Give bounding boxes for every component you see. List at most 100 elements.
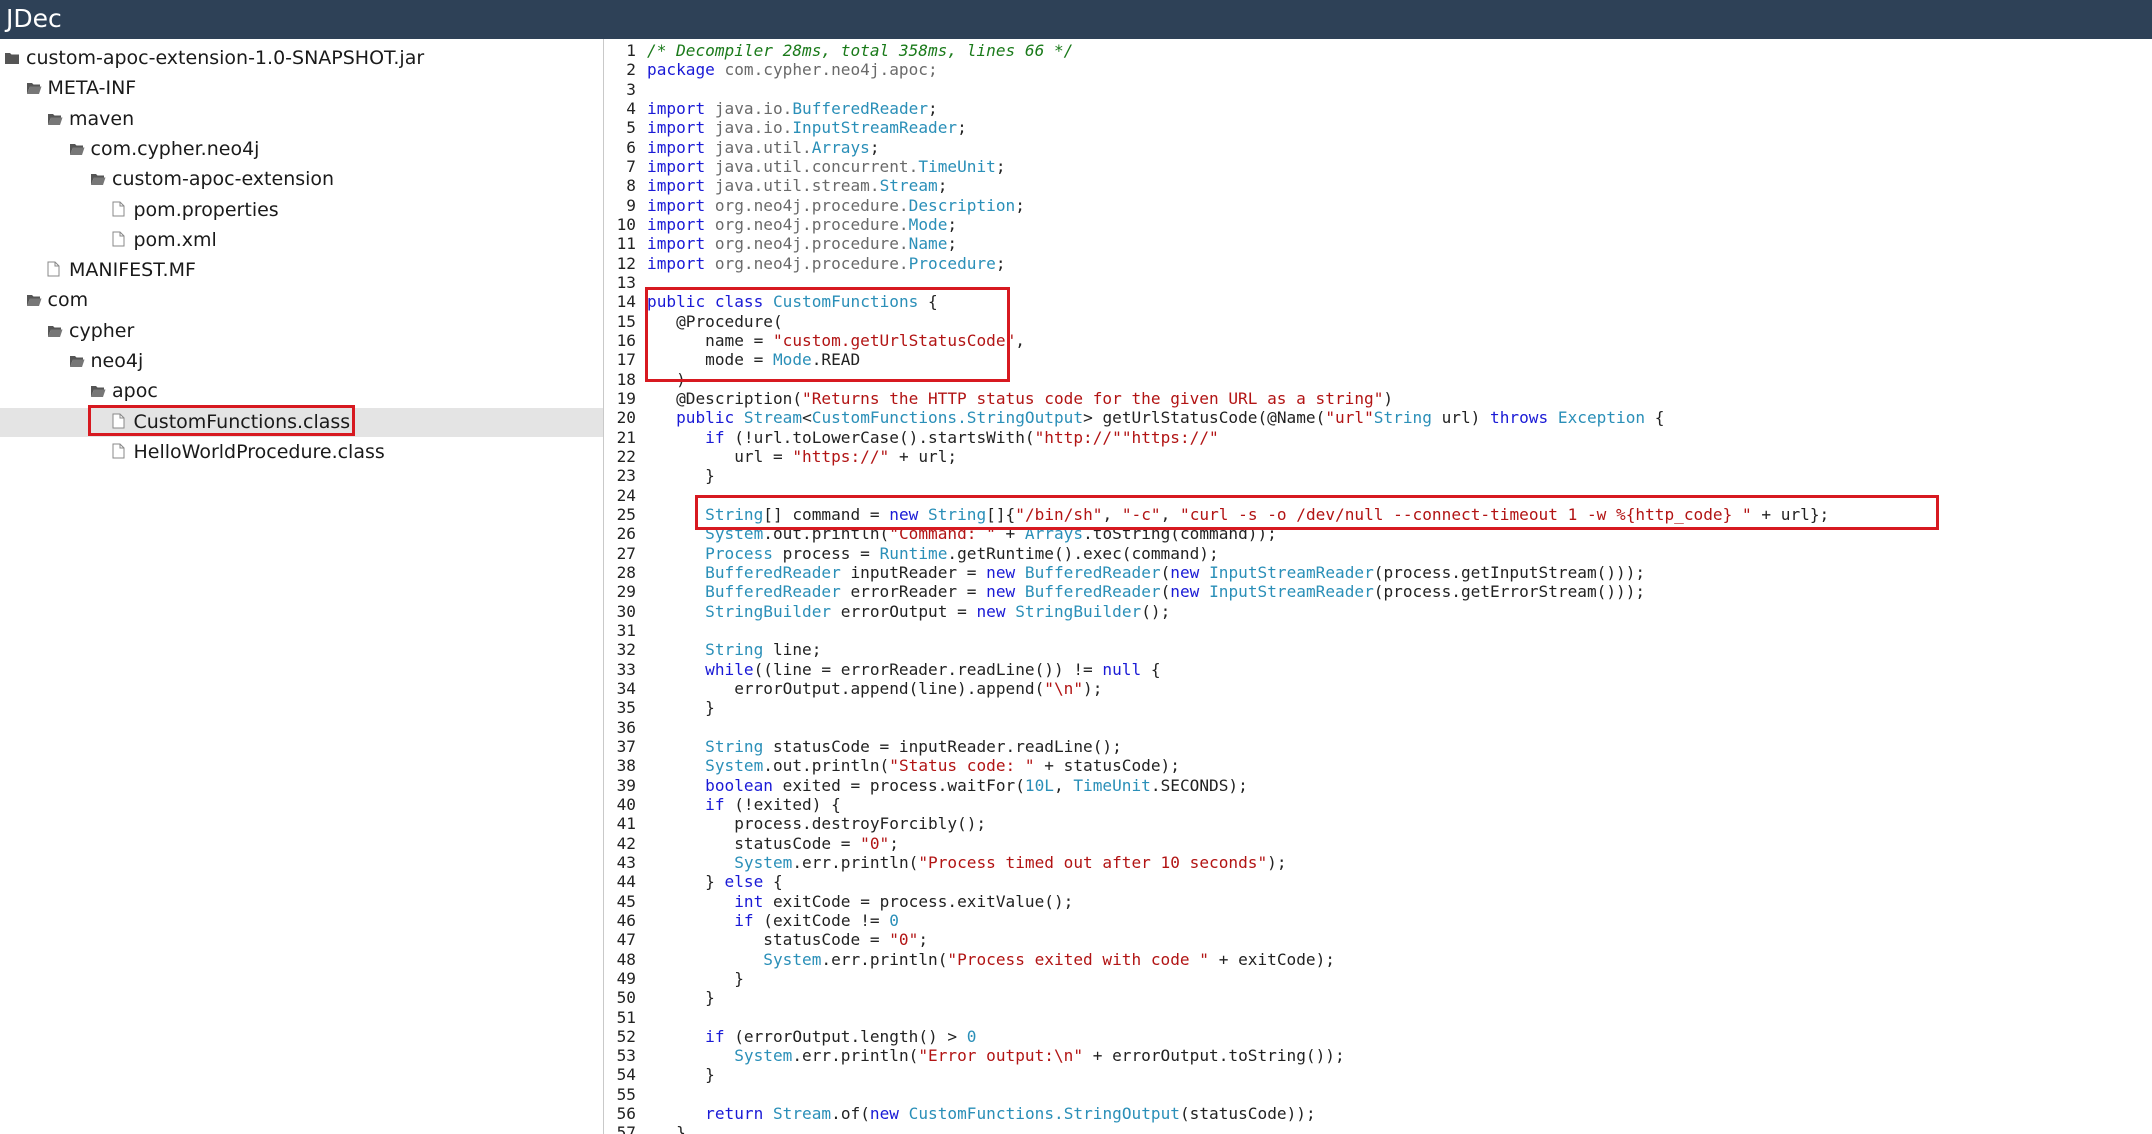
code-text: System.err.println("Process exited with … <box>647 950 1335 969</box>
code-token: errorOutput = <box>831 601 977 621</box>
line-number: 20 <box>616 408 636 428</box>
line-number: 23 <box>616 466 636 486</box>
line-number: 2 <box>626 60 636 80</box>
code-token: "0" <box>860 833 890 853</box>
code-token: ); <box>1083 678 1103 698</box>
code-text: import java.util.concurrent.TimeUnit; <box>647 157 1006 176</box>
code-token: } <box>647 1123 686 1134</box>
tree-item[interactable]: maven <box>47 105 134 134</box>
tree-item[interactable]: cypher <box>47 317 134 346</box>
code-text: while((line = errorReader.readLine()) !=… <box>647 659 1161 679</box>
code-token: , <box>1053 775 1074 795</box>
code-token: "\n" <box>1044 678 1084 698</box>
code-token: 10L <box>1024 775 1054 795</box>
code-token: + url; <box>889 446 958 466</box>
code-token: org.neo4j.procedure. <box>705 195 909 215</box>
code-token: + statusCode); <box>1034 756 1180 776</box>
line-number: 46 <box>616 910 636 930</box>
line-number: 34 <box>616 678 636 698</box>
title-bar: JDec <box>0 0 2152 39</box>
tree-item-label: HelloWorldProcedure.class <box>133 440 385 463</box>
code-token: BufferedReader <box>792 98 929 118</box>
tree-item[interactable]: pom.xml <box>112 226 217 255</box>
code-token: statusCode = <box>647 930 890 950</box>
tree-item[interactable]: apoc <box>90 377 158 406</box>
code-text: BufferedReader errorReader = new Buffere… <box>647 582 1645 601</box>
line-number: 7 <box>626 156 636 176</box>
command-line-annotation-box <box>695 495 1939 530</box>
tree-item[interactable]: custom-apoc-extension <box>90 165 334 194</box>
tree-item[interactable]: META-INF <box>26 74 136 103</box>
line-number: 22 <box>616 446 636 466</box>
code-token: import <box>647 176 706 196</box>
tree-item[interactable]: MANIFEST.MF <box>47 256 196 285</box>
line-number: 4 <box>626 98 636 118</box>
code-token: .err.println( <box>792 852 919 872</box>
code-token: new <box>869 1104 899 1124</box>
tree-item-label: com <box>47 289 89 312</box>
code-text: process.destroyForcibly(); <box>647 814 986 833</box>
folder-open-icon <box>69 348 85 367</box>
code-text: import java.io.InputStreamReader; <box>647 118 967 137</box>
code-text: if (!exited) { <box>647 795 841 814</box>
code-text: import org.neo4j.procedure.Procedure; <box>647 254 1006 273</box>
line-number: 14 <box>616 292 636 312</box>
tree-item[interactable]: com <box>26 286 89 315</box>
code-text: if (exitCode != 0 <box>647 911 899 930</box>
code-token: "Returns the HTTP status code for the gi… <box>802 388 1384 408</box>
code-token: BufferedReader <box>705 562 841 582</box>
code-viewer[interactable]: 1 /* Decompiler 28ms, total 358ms, lines … <box>604 39 2152 1134</box>
file-icon <box>112 439 128 459</box>
code-token: "https://" <box>1121 427 1219 447</box>
code-token: CustomFunctions.StringOutput <box>908 1104 1180 1124</box>
tree-item[interactable]: custom-apoc-extension-1.0-SNAPSHOT.jar <box>4 44 424 73</box>
code-token: inputReader = <box>840 562 987 582</box>
folder-open-icon <box>90 166 106 186</box>
code-token: "Status code: " <box>889 756 1035 776</box>
code-token: process.destroyForcibly(); <box>647 814 987 834</box>
code-token: } <box>647 968 744 988</box>
line-number: 37 <box>616 736 636 756</box>
tree-item[interactable]: HelloWorldProcedure.class <box>112 438 385 467</box>
code-token: } <box>647 872 725 892</box>
line-number: 6 <box>626 137 636 157</box>
code-token: .SECONDS); <box>1150 775 1248 795</box>
code-text: import org.neo4j.procedure.Description; <box>647 196 1025 215</box>
tree-item[interactable]: neo4j <box>69 347 143 376</box>
code-token: { <box>1141 659 1161 679</box>
line-number: 44 <box>616 872 636 892</box>
code-text: System.out.println("Status code: " + sta… <box>647 756 1180 775</box>
tree-item-label: custom-apoc-extension-1.0-SNAPSHOT.jar <box>26 47 425 69</box>
folder-open-icon <box>47 318 63 337</box>
code-text: public Stream<CustomFunctions.StringOutp… <box>647 408 1664 428</box>
code-token: InputStreamReader <box>792 118 958 138</box>
code-token: java.util.stream. <box>705 176 880 196</box>
code-text: } else { <box>647 872 783 891</box>
code-token: String <box>705 640 764 660</box>
code-text: StringBuilder errorOutput = new StringBu… <box>647 602 1170 621</box>
file-tree[interactable]: custom-apoc-extension-1.0-SNAPSHOT.jar ME… <box>0 39 604 1134</box>
code-token: import <box>647 156 706 176</box>
folder-open-icon <box>47 106 63 125</box>
code-token: new <box>1170 562 1200 582</box>
code-token: line; <box>763 640 822 660</box>
code-token: public <box>676 408 735 428</box>
line-number: 3 <box>626 79 636 99</box>
tree-item-label: com.cypher.neo4j <box>90 137 260 160</box>
code-token: import <box>647 98 706 118</box>
selection-annotation-box <box>88 404 355 436</box>
line-number: 38 <box>616 756 636 776</box>
line-number: 18 <box>616 369 636 389</box>
tree-item[interactable]: com.cypher.neo4j <box>69 135 260 164</box>
code-token: (); <box>1141 601 1171 621</box>
code-text: import org.neo4j.procedure.Name; <box>647 234 957 253</box>
code-token: exitCode = process.exitValue(); <box>763 891 1074 911</box>
line-number: 56 <box>616 1104 636 1124</box>
code-token: ( <box>1160 582 1171 602</box>
tree-item[interactable]: pom.properties <box>112 196 279 225</box>
